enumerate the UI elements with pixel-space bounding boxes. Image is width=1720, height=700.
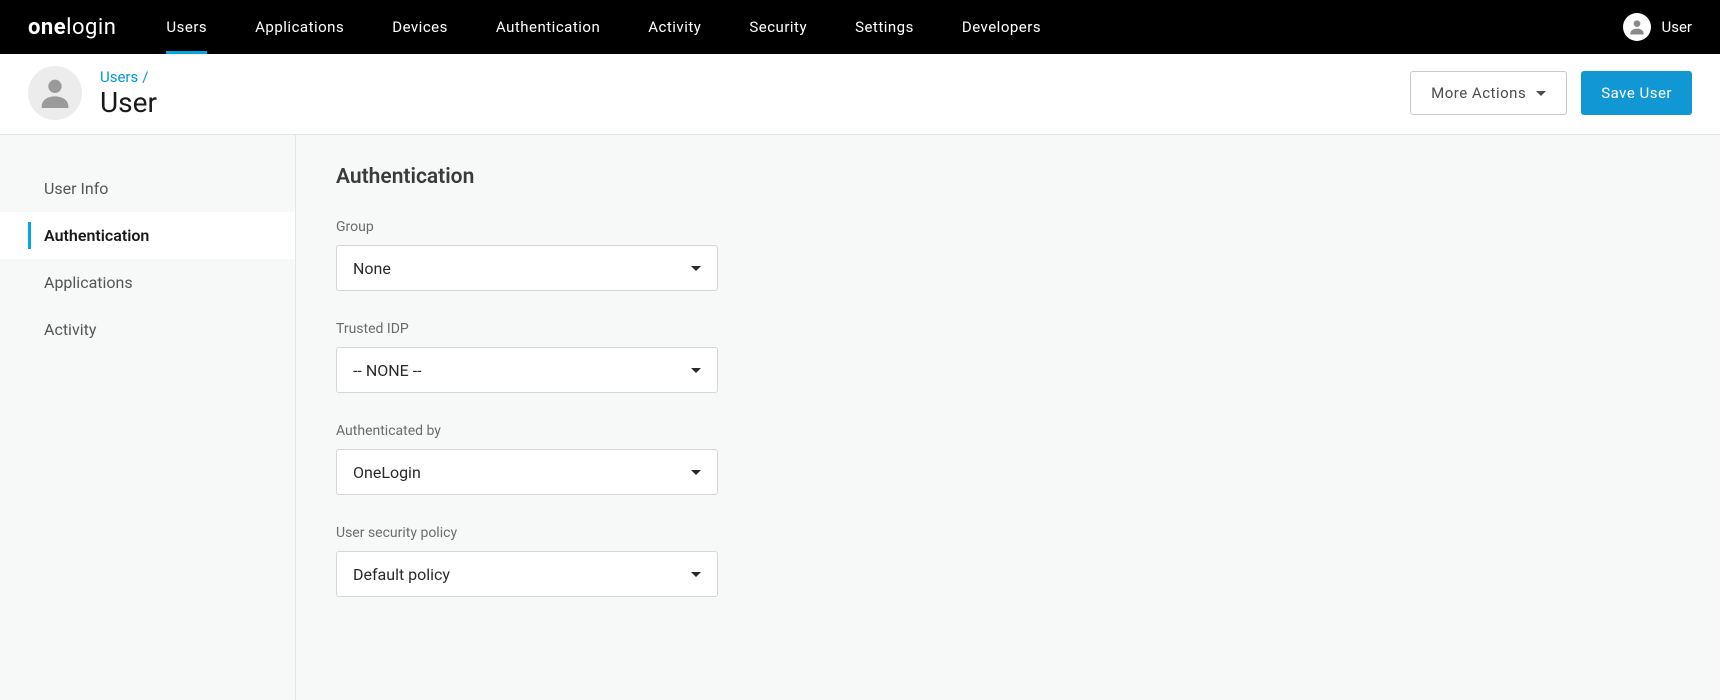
topnav-label: Devices [392,18,448,36]
breadcrumb-separator: / [142,68,148,86]
header-actions: More Actions Save User [1410,71,1692,115]
more-actions-button[interactable]: More Actions [1410,71,1567,115]
sidebar-item-user-info[interactable]: User Info [0,165,295,212]
select-value: Default policy [353,565,450,584]
topnav-label: Developers [962,18,1041,36]
brand-logo-part1: one [28,15,66,40]
topnav-label: Settings [855,18,914,36]
form-group-authenticated-by: Authenticated by OneLogin [336,423,1680,495]
caret-down-icon [691,470,701,475]
caret-down-icon [691,572,701,577]
brand-logo-part2: login [66,15,116,40]
topnav-item-users[interactable]: Users [166,0,207,54]
caret-down-icon [691,368,701,373]
topnav-items: Users Applications Devices Authenticatio… [166,0,1623,54]
main-layout: User Info Authentication Applications Ac… [0,135,1720,700]
form-group-trusted-idp: Trusted IDP -- NONE -- [336,321,1680,393]
user-avatar-icon [1623,13,1651,41]
more-actions-label: More Actions [1431,84,1526,102]
sidebar-item-label: Activity [44,320,96,339]
label-user-security-policy: User security policy [336,525,1680,541]
topnav-label: Authentication [496,18,600,36]
page-title: User [100,86,1410,119]
breadcrumb-link-users[interactable]: Users [100,68,138,86]
sidebar-item-applications[interactable]: Applications [0,259,295,306]
topnav-item-activity[interactable]: Activity [648,0,701,54]
topnav-username: User [1661,18,1692,36]
topnav-user-menu[interactable]: User [1623,13,1692,41]
save-user-button[interactable]: Save User [1581,71,1692,115]
label-group: Group [336,219,1680,235]
save-user-label: Save User [1601,84,1672,102]
section-title: Authentication [336,165,1680,189]
select-authenticated-by[interactable]: OneLogin [336,449,718,495]
breadcrumb: Users/ [100,68,1410,86]
topnav-item-settings[interactable]: Settings [855,0,914,54]
topnav-item-developers[interactable]: Developers [962,0,1041,54]
sidebar-item-label: Authentication [44,226,149,245]
topnav-label: Activity [648,18,701,36]
form-group-user-security-policy: User security policy Default policy [336,525,1680,597]
topnav-item-applications[interactable]: Applications [255,0,344,54]
sidebar-item-label: Applications [44,273,133,292]
select-trusted-idp[interactable]: -- NONE -- [336,347,718,393]
topnav-item-security[interactable]: Security [749,0,807,54]
sidebar-item-label: User Info [44,179,108,198]
sidebar: User Info Authentication Applications Ac… [0,135,296,700]
sidebar-item-activity[interactable]: Activity [0,306,295,353]
caret-down-icon [691,266,701,271]
content-area: Authentication Group None Trusted IDP --… [296,135,1720,700]
topnav-label: Applications [255,18,344,36]
user-avatar-large-icon [28,66,82,120]
top-navbar: onelogin Users Applications Devices Auth… [0,0,1720,54]
select-value: None [353,259,391,278]
page-header: Users/ User More Actions Save User [0,54,1720,135]
topnav-label: Security [749,18,807,36]
select-value: OneLogin [353,463,421,482]
topnav-label: Users [166,18,207,36]
topnav-item-devices[interactable]: Devices [392,0,448,54]
select-user-security-policy[interactable]: Default policy [336,551,718,597]
topnav-item-authentication[interactable]: Authentication [496,0,600,54]
label-authenticated-by: Authenticated by [336,423,1680,439]
caret-down-icon [1536,91,1546,96]
select-value: -- NONE -- [353,361,422,380]
header-titles: Users/ User [100,68,1410,119]
sidebar-item-authentication[interactable]: Authentication [0,212,295,259]
form-group-group: Group None [336,219,1680,291]
brand-logo[interactable]: onelogin [28,15,116,40]
label-trusted-idp: Trusted IDP [336,321,1680,337]
select-group[interactable]: None [336,245,718,291]
